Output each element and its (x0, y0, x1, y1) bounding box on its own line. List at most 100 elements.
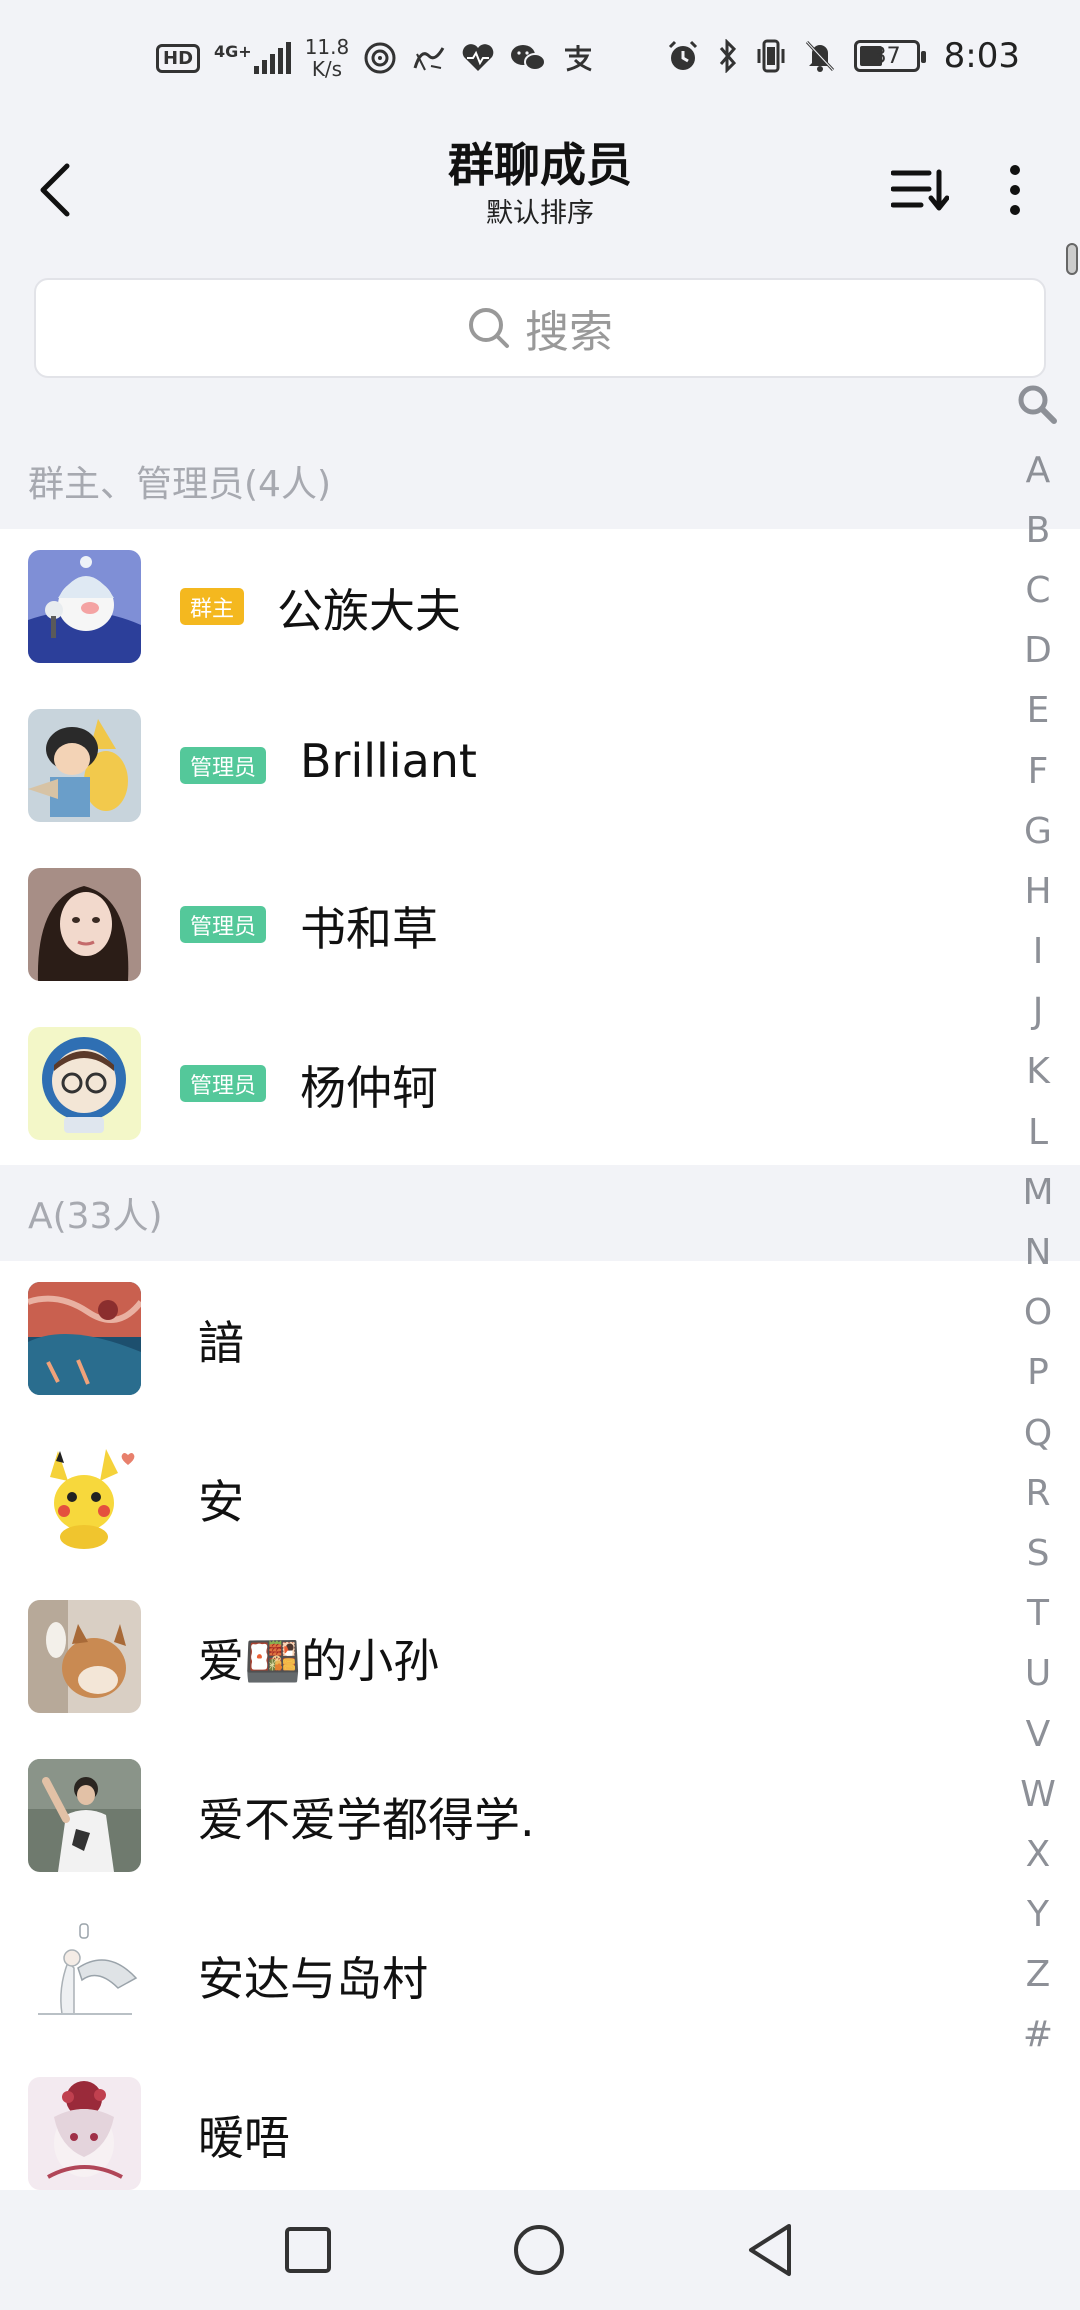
index-letter[interactable]: Z (1026, 1945, 1051, 2005)
index-letter[interactable]: W (1020, 1764, 1056, 1824)
member-row[interactable]: 管理员 书和草 (0, 847, 1080, 1006)
sort-button[interactable] (880, 145, 960, 235)
index-letter[interactable]: Q (1024, 1403, 1052, 1463)
admin-badge: 管理员 (180, 906, 267, 943)
app-icon-1 (413, 47, 445, 71)
scrollbar-thumb[interactable] (1066, 243, 1078, 275)
index-letter[interactable]: A (1026, 440, 1051, 500)
network-type: 4G+ (214, 42, 252, 61)
system-nav-bar (0, 2190, 1080, 2310)
clock: 8:03 (943, 36, 1020, 76)
index-letter[interactable]: M (1022, 1162, 1053, 1222)
admin-badge: 管理员 (180, 747, 267, 784)
battery-level: 37 (872, 43, 901, 69)
avatar[interactable] (28, 550, 141, 663)
bluetooth-icon (719, 39, 736, 73)
member-name: 安达与岛村 (198, 1952, 428, 2006)
index-letter[interactable]: N (1025, 1222, 1052, 1282)
battery-icon: 37 (853, 40, 926, 72)
member-row[interactable]: 諳 (0, 1261, 1080, 1420)
recents-square-icon (285, 2227, 331, 2273)
avatar[interactable] (28, 1600, 141, 1713)
index-search-icon[interactable] (1016, 383, 1058, 425)
member-name: 爱不爱学都得学. (198, 1793, 535, 1847)
member-name: 安 (198, 1475, 244, 1529)
member-row[interactable]: 管理员 Brilliant (0, 688, 1080, 847)
index-letter[interactable]: D (1024, 621, 1052, 681)
member-name: Brilliant (300, 734, 477, 788)
index-letter[interactable]: B (1026, 500, 1051, 560)
member-name: 杨仲轲 (300, 1061, 438, 1115)
signal-icon: 4G+ (214, 42, 291, 74)
alphabet-index[interactable]: A B C D E F G H I J K L M N O P Q R S T U V W X Y Z # (1012, 440, 1064, 2065)
network-speed: 11.8 K/s (305, 36, 350, 80)
status-bar-right: 37 8:03 (666, 36, 1020, 76)
index-letter[interactable]: P (1027, 1343, 1049, 1403)
member-name: 书和草 (300, 902, 438, 956)
member-name: 爱🍱的小孙 (198, 1634, 440, 1688)
index-letter[interactable]: I (1033, 922, 1044, 982)
app-root: HD 4G+ 11.8 K/s 37 8:03 群聊成员 默认排序 搜索 群主、… (0, 0, 1080, 2310)
index-letter[interactable]: R (1025, 1463, 1050, 1523)
index-letter[interactable]: K (1026, 1042, 1050, 1102)
wechat-icon (511, 45, 547, 71)
index-letter[interactable]: J (1033, 982, 1044, 1042)
search-box[interactable]: 搜索 (34, 278, 1046, 378)
home-button[interactable] (489, 2210, 589, 2290)
index-letter[interactable]: F (1028, 741, 1049, 801)
speed-value: 11.8 (304, 35, 350, 59)
member-name: 暧唔 (198, 2111, 290, 2165)
alipay-icon (565, 45, 592, 72)
member-name: 公族大夫 (277, 584, 461, 638)
section-header-a: A(33人) (0, 1165, 1080, 1261)
index-letter[interactable]: X (1026, 1824, 1051, 1884)
nfc-icon (364, 42, 396, 74)
section-header-admins: 群主、管理员(4人) (0, 433, 1080, 529)
avatar[interactable] (28, 1759, 141, 1872)
index-letter[interactable]: H (1024, 861, 1051, 921)
avatar[interactable] (28, 1282, 141, 1395)
member-row[interactable]: 群主 公族大夫 (0, 529, 1080, 688)
recents-button[interactable] (258, 2210, 358, 2290)
index-letter[interactable]: Y (1027, 1885, 1049, 1945)
member-row[interactable]: 安达与岛村 (0, 1897, 1080, 2056)
index-letter[interactable]: O (1024, 1283, 1052, 1343)
search-icon (469, 308, 509, 348)
nav-back-button[interactable] (720, 2210, 820, 2290)
index-letter[interactable]: C (1025, 560, 1050, 620)
index-letter[interactable]: U (1025, 1644, 1051, 1704)
index-letter[interactable]: G (1024, 801, 1052, 861)
owner-badge: 群主 (180, 588, 245, 625)
avatar[interactable] (28, 709, 141, 822)
avatar[interactable] (28, 1027, 141, 1140)
member-name: 諳 (198, 1316, 244, 1370)
index-letter[interactable]: V (1026, 1704, 1051, 1764)
hd-icon: HD (156, 43, 201, 73)
member-row[interactable]: 管理员 杨仲轲 (0, 1006, 1080, 1165)
more-button[interactable] (975, 145, 1055, 235)
index-letter[interactable]: E (1027, 681, 1050, 741)
admin-badge: 管理员 (180, 1065, 267, 1102)
index-letter[interactable]: L (1028, 1102, 1048, 1162)
title-bar: 群聊成员 默认排序 (0, 125, 1080, 255)
avatar[interactable] (28, 868, 141, 981)
index-letter[interactable]: S (1027, 1523, 1050, 1583)
mute-icon (805, 40, 834, 72)
avatar[interactable] (28, 1918, 141, 2031)
index-letter[interactable]: # (1023, 2005, 1053, 2065)
status-bar-left: HD 4G+ 11.8 K/s (156, 36, 595, 80)
home-circle-icon (514, 2225, 564, 2275)
vibrate-icon (757, 39, 785, 73)
admin-list: 群主 公族大夫 管理员 Brilliant 管理员 书和草 管理员 杨仲轲 (0, 529, 1080, 1165)
member-row[interactable]: 安 (0, 1420, 1080, 1579)
status-bar: HD 4G+ 11.8 K/s 37 8:03 (0, 0, 1080, 125)
member-list-a: 諳 安 爱🍱的小孙 爱不爱学都得学. 安达与岛村 暧唔 (0, 1261, 1080, 2190)
member-row[interactable]: 爱🍱的小孙 (0, 1579, 1080, 1738)
member-row[interactable]: 爱不爱学都得学. (0, 1738, 1080, 1897)
health-heart-icon (462, 44, 494, 71)
avatar[interactable] (28, 2077, 141, 2190)
back-triangle-icon (749, 2224, 791, 2276)
index-letter[interactable]: T (1027, 1584, 1049, 1644)
avatar[interactable] (28, 1441, 141, 1554)
search-placeholder: 搜索 (525, 307, 613, 358)
